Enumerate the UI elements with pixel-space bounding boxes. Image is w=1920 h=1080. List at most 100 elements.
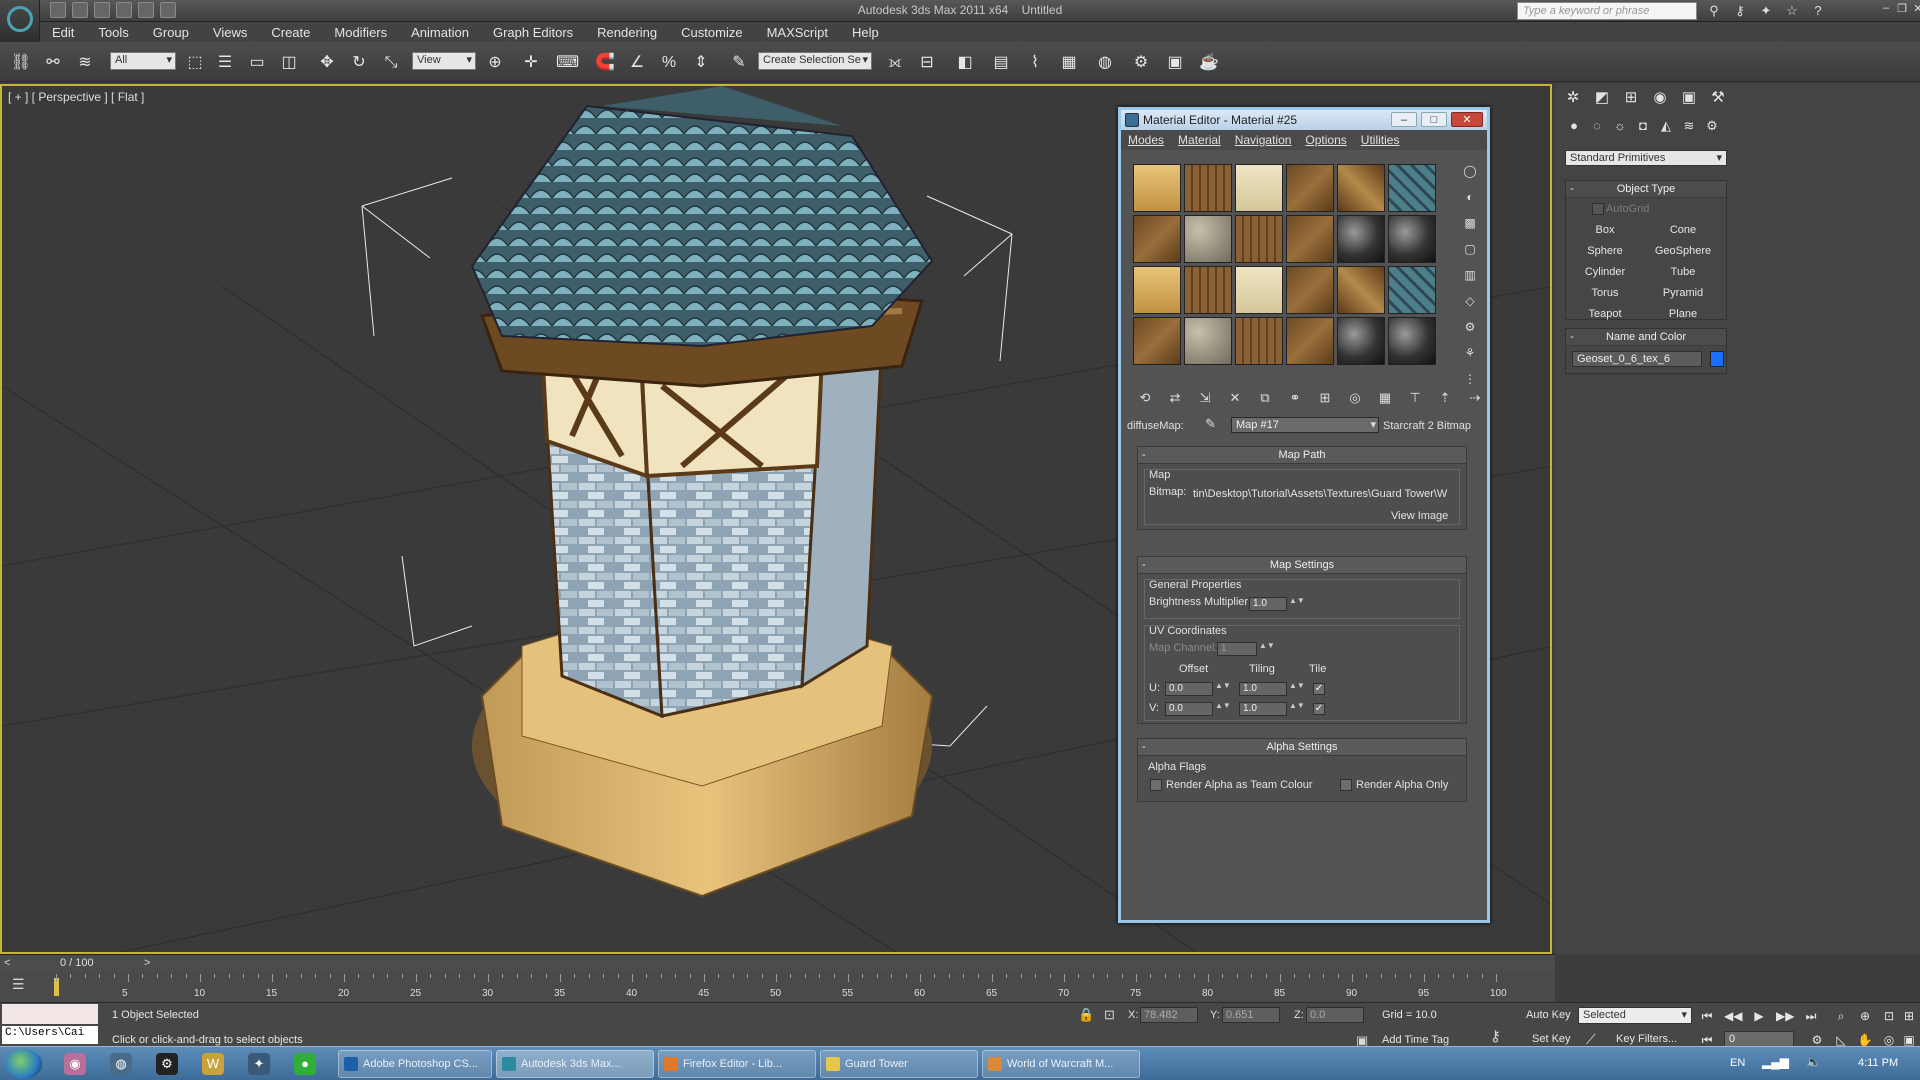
maxscript-listener-input[interactable] [2, 1004, 98, 1024]
absolute-mode-icon[interactable]: ⊡ [1104, 1007, 1115, 1023]
auto-key-button[interactable]: Auto Key [1526, 1009, 1571, 1021]
align-icon[interactable]: ⊟ [916, 52, 938, 74]
me-menu-utilities[interactable]: Utilities [1354, 133, 1407, 147]
percent-snap-icon[interactable]: % [658, 52, 680, 74]
display-tab-icon[interactable]: ▣ [1679, 88, 1699, 108]
subscription-icon[interactable]: ✦ [1758, 3, 1774, 19]
time-next-icon[interactable]: > [144, 957, 150, 969]
name-and-color-header[interactable]: - Name and Color [1566, 329, 1726, 346]
menu-group[interactable]: Group [141, 25, 201, 40]
tube-button[interactable]: Tube [1648, 263, 1718, 281]
move-icon[interactable]: ✥ [316, 52, 338, 74]
u-tiling-input[interactable]: 1.0 [1239, 682, 1287, 696]
eyedropper-icon[interactable]: ✎ [1205, 416, 1223, 434]
sample-slot[interactable] [1286, 215, 1334, 263]
backlight-icon[interactable]: ◐ [1461, 188, 1479, 206]
next-frame-icon[interactable]: ▶▶ [1776, 1007, 1794, 1025]
previous-frame-icon[interactable]: ◀◀ [1724, 1007, 1742, 1025]
network-icon[interactable]: ▂▄▆ [1762, 1055, 1789, 1069]
spinner-snap-icon[interactable]: ⇕ [690, 52, 712, 74]
starcraft-icon[interactable]: ✦ [248, 1053, 270, 1075]
graphite-ribbon-icon[interactable]: ▤ [990, 52, 1012, 74]
wow-icon[interactable]: W [202, 1053, 224, 1075]
sample-slot[interactable] [1388, 215, 1436, 263]
show-map-in-viewport-icon[interactable]: ▦ [1373, 388, 1397, 408]
zoom-icon[interactable]: ⌕ [1832, 1007, 1850, 1025]
object-type-header[interactable]: - Object Type [1566, 181, 1726, 198]
view-image-button[interactable]: View Image [1391, 510, 1448, 522]
map-settings-rollout-header[interactable]: - Map Settings [1138, 557, 1466, 574]
menu-rendering[interactable]: Rendering [585, 25, 669, 40]
taskbar-item[interactable]: Guard Tower [820, 1050, 978, 1078]
v-offset-spinner-icon[interactable]: ▲▼ [1215, 702, 1231, 716]
sample-slot[interactable] [1388, 164, 1436, 212]
selection-filter-dropdown[interactable]: All [110, 52, 176, 70]
v-tile-checkbox[interactable]: ✓ [1313, 703, 1325, 715]
sample-slot[interactable] [1388, 317, 1436, 365]
get-material-icon[interactable]: ⟲ [1133, 388, 1157, 408]
rectangle-selection-icon[interactable]: ▭ [246, 52, 268, 74]
me-menu-navigation[interactable]: Navigation [1228, 133, 1299, 147]
uv-tiling-icon[interactable]: ▢ [1461, 240, 1479, 258]
sample-slot[interactable] [1388, 266, 1436, 314]
sample-slot[interactable] [1286, 266, 1334, 314]
help-icon[interactable]: ? [1810, 3, 1826, 19]
render-setup-icon[interactable]: ⚙ [1130, 52, 1152, 74]
pinned-app-icon[interactable]: ◉ [64, 1053, 86, 1075]
rendered-frame-window-icon[interactable]: ▣ [1164, 52, 1186, 74]
reset-map-icon[interactable]: ✕ [1223, 388, 1247, 408]
application-button-icon[interactable] [0, 0, 40, 42]
make-preview-icon[interactable]: ◇ [1461, 292, 1479, 310]
taskbar-item[interactable]: Adobe Photoshop CS... [338, 1050, 492, 1078]
rotate-icon[interactable]: ↻ [348, 52, 370, 74]
key-icon[interactable]: ⚷ [1732, 3, 1748, 19]
teapot-button[interactable]: Teapot [1570, 305, 1640, 323]
shapes-icon[interactable]: ◌ [1588, 118, 1606, 136]
snaps-toggle-icon[interactable]: 🧲 [594, 52, 616, 74]
time-slider[interactable]: < 0 / 100 > [0, 954, 1555, 972]
u-tiling-spinner-icon[interactable]: ▲▼ [1289, 682, 1305, 696]
manipulate-icon[interactable]: ✛ [520, 52, 542, 74]
bitmap-path-button[interactable]: tin\Desktop\Tutorial\Assets\Textures\Gua… [1193, 488, 1453, 500]
sample-slot[interactable] [1235, 317, 1283, 365]
minimize-icon[interactable]: – [1880, 2, 1892, 16]
sample-slot[interactable] [1133, 317, 1181, 365]
language-indicator[interactable]: EN [1730, 1057, 1745, 1069]
pinned-app-icon[interactable]: ◍ [110, 1053, 132, 1075]
taskbar-item-active[interactable]: Autodesk 3ds Max... [496, 1050, 654, 1078]
me-close-icon[interactable]: ✕ [1451, 112, 1483, 127]
map-name-dropdown[interactable]: Map #17 [1231, 417, 1379, 433]
go-forward-sibling-icon[interactable]: ⇢ [1463, 388, 1487, 408]
sample-slot[interactable] [1133, 164, 1181, 212]
hierarchy-tab-icon[interactable]: ⊞ [1621, 88, 1641, 108]
taskbar-item[interactable]: Firefox Editor - Lib... [658, 1050, 816, 1078]
v-tiling-spinner-icon[interactable]: ▲▼ [1289, 702, 1305, 716]
pyramid-button[interactable]: Pyramid [1648, 284, 1718, 302]
start-button-icon[interactable] [6, 1049, 42, 1079]
plane-button[interactable]: Plane [1648, 305, 1718, 323]
sample-slot[interactable] [1184, 164, 1232, 212]
curve-editor-icon[interactable]: ⌇ [1024, 52, 1046, 74]
sample-slot[interactable] [1184, 215, 1232, 263]
menu-maxscript[interactable]: MAXScript [755, 25, 840, 40]
brightness-input[interactable]: 1.0 [1249, 597, 1287, 611]
help-search-input[interactable]: Type a keyword or phrase [1517, 2, 1697, 20]
named-selection-dropdown[interactable]: Create Selection Se [758, 52, 872, 70]
sample-slot[interactable] [1286, 317, 1334, 365]
video-color-check-icon[interactable]: ▥ [1461, 266, 1479, 284]
team-colour-checkbox[interactable] [1150, 779, 1162, 791]
v-tiling-input[interactable]: 1.0 [1239, 702, 1287, 716]
go-to-end-icon[interactable]: ⏭ [1802, 1007, 1820, 1025]
modify-tab-icon[interactable]: ◩ [1592, 88, 1612, 108]
select-by-name-icon[interactable]: ☰ [214, 52, 236, 74]
v-offset-input[interactable]: 0.0 [1165, 702, 1213, 716]
utilities-tab-icon[interactable]: ⚒ [1708, 88, 1728, 108]
sample-slot[interactable] [1133, 215, 1181, 263]
object-color-swatch[interactable] [1710, 351, 1724, 367]
sample-slot[interactable] [1235, 266, 1283, 314]
scale-icon[interactable]: ⤡ [380, 52, 402, 74]
zoom-all-icon[interactable]: ⊕ [1856, 1007, 1874, 1025]
me-menu-material[interactable]: Material [1171, 133, 1228, 147]
schematic-view-icon[interactable]: ▦ [1058, 52, 1080, 74]
set-key-button[interactable]: Set Key [1532, 1033, 1571, 1045]
